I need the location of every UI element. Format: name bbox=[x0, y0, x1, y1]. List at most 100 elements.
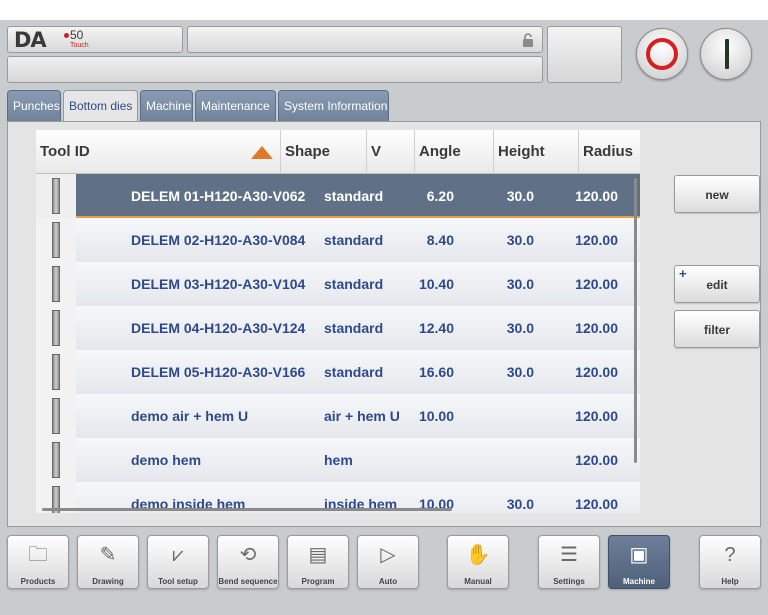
status-bar bbox=[7, 56, 543, 83]
new-button[interactable]: new bbox=[674, 175, 760, 213]
stop-icon bbox=[646, 38, 678, 70]
die-icon bbox=[52, 222, 60, 258]
start-icon bbox=[725, 39, 729, 69]
logo: DA 50 Touch bbox=[7, 26, 183, 53]
row-data: DELEM 01-H120-A30-V062 standard 6.20 30.… bbox=[76, 174, 640, 218]
nav-label: Help bbox=[721, 577, 739, 586]
vertical-scrollbar[interactable] bbox=[634, 178, 637, 463]
column-header-radius[interactable]: Radius bbox=[579, 130, 640, 174]
drawing-icon: ✎ bbox=[99, 544, 117, 566]
edit-label: edit bbox=[706, 278, 728, 292]
horizontal-scrollbar[interactable] bbox=[42, 508, 452, 511]
nav-machine[interactable]: ▣ Machine bbox=[608, 535, 670, 589]
cell-tool-id: DELEM 02-H120-A30-V084 bbox=[131, 232, 306, 248]
nav-tool-setup[interactable]: ⩗ Tool setup bbox=[147, 535, 209, 589]
nav-program[interactable]: ▤ Program bbox=[287, 535, 349, 589]
cell-tool-id: DELEM 04-H120-A30-V124 bbox=[131, 320, 306, 336]
start-button[interactable] bbox=[700, 28, 752, 80]
logo-dot bbox=[64, 33, 69, 38]
column-header-v[interactable]: V bbox=[367, 130, 415, 174]
tool-thumbnail bbox=[36, 306, 76, 350]
nav-help[interactable]: ? Help bbox=[699, 535, 761, 589]
cell-height: 120.00 bbox=[575, 188, 618, 204]
nav-label: Products bbox=[20, 577, 56, 586]
cell-shape: air + hem U bbox=[324, 408, 400, 424]
cell-height: 120.00 bbox=[575, 232, 618, 248]
table-row[interactable]: DELEM 02-H120-A30-V084 standard 8.40 30.… bbox=[36, 218, 640, 262]
table-row[interactable]: DELEM 01-H120-A30-V062 standard 6.20 30.… bbox=[36, 174, 640, 218]
table-row[interactable]: demo air + hem U air + hem U 10.00 120.0… bbox=[36, 394, 640, 438]
folder-icon: 🗀 bbox=[28, 544, 48, 566]
cell-v: 8.40 bbox=[426, 232, 454, 248]
machine-icon: ▣ bbox=[629, 544, 649, 566]
lock-icon[interactable] bbox=[522, 33, 534, 47]
row-data: DELEM 04-H120-A30-V124 standard 12.40 30… bbox=[76, 306, 640, 350]
cell-angle bbox=[496, 394, 534, 438]
nav-label: Auto bbox=[378, 577, 398, 586]
cell-tool-id: DELEM 03-H120-A30-V104 bbox=[131, 276, 306, 292]
play-icon: ▷ bbox=[380, 544, 396, 566]
row-data: DELEM 02-H120-A30-V084 standard 8.40 30.… bbox=[76, 218, 640, 262]
logo-variant: Touch bbox=[70, 42, 89, 49]
plus-icon: + bbox=[679, 266, 687, 281]
nav-auto[interactable]: ▷ Auto bbox=[357, 535, 419, 589]
row-data: DELEM 05-H120-A30-V166 standard 16.60 30… bbox=[76, 350, 640, 394]
tab-punches[interactable]: Punches bbox=[7, 90, 61, 122]
cell-angle: 30.0 bbox=[506, 320, 534, 336]
cell-tool-id: demo hem bbox=[131, 452, 202, 468]
die-icon bbox=[52, 310, 60, 346]
title-field bbox=[187, 26, 543, 53]
cell-v: 12.40 bbox=[418, 320, 454, 336]
tab-machine[interactable]: Machine bbox=[140, 90, 193, 122]
cell-height: 120.00 bbox=[575, 408, 618, 424]
tool-setup-icon: ⩗ bbox=[172, 544, 184, 566]
column-header-angle[interactable]: Angle bbox=[415, 130, 494, 174]
cell-shape: standard bbox=[324, 232, 384, 248]
nav-bend-sequence[interactable]: ⟲ Bend sequence bbox=[217, 535, 279, 589]
column-header-shape[interactable]: Shape bbox=[281, 130, 367, 174]
cell-height: 120.00 bbox=[575, 452, 618, 468]
cell-shape: standard bbox=[324, 364, 384, 380]
nav-settings[interactable]: ☰ Settings bbox=[538, 535, 600, 589]
nav-label: Settings bbox=[553, 577, 585, 586]
tool-thumbnail bbox=[36, 438, 76, 482]
table-row[interactable]: DELEM 03-H120-A30-V104 standard 10.40 30… bbox=[36, 262, 640, 306]
cell-tool-id: DELEM 05-H120-A30-V166 bbox=[131, 364, 306, 380]
table-header: Tool ID Shape V Angle Height Radius bbox=[36, 130, 640, 174]
column-header-height[interactable]: Height bbox=[494, 130, 579, 174]
tab-maintenance[interactable]: Maintenance bbox=[195, 90, 276, 122]
tool-thumbnail bbox=[36, 350, 76, 394]
cell-shape: standard bbox=[324, 188, 384, 204]
nav-manual[interactable]: ✋ Manual bbox=[447, 535, 509, 589]
cell-angle: 30.0 bbox=[506, 232, 534, 248]
nav-products[interactable]: 🗀 Products bbox=[7, 535, 69, 589]
cell-shape: standard bbox=[324, 320, 384, 336]
nav-label: Manual bbox=[464, 577, 492, 586]
row-data: demo air + hem U air + hem U 10.00 120.0… bbox=[76, 394, 640, 438]
nav-label: Drawing bbox=[92, 577, 124, 586]
nav-label: Bend sequence bbox=[218, 577, 278, 586]
tab-bottom-dies[interactable]: Bottom dies bbox=[63, 90, 138, 123]
cell-height: 120.00 bbox=[575, 364, 618, 380]
tab-system-information[interactable]: System Information bbox=[278, 90, 389, 122]
nav-drawing[interactable]: ✎ Drawing bbox=[77, 535, 139, 589]
stop-button[interactable] bbox=[636, 28, 688, 80]
tool-thumbnail bbox=[36, 174, 76, 218]
nav-label: Program bbox=[301, 577, 335, 586]
cell-angle: 30.0 bbox=[506, 188, 534, 204]
column-header-tool-id[interactable]: Tool ID bbox=[36, 130, 281, 174]
nav-label: Machine bbox=[622, 577, 655, 586]
cell-v: 6.20 bbox=[426, 188, 454, 204]
table-row[interactable]: DELEM 04-H120-A30-V124 standard 12.40 30… bbox=[36, 306, 640, 350]
cell-angle: 30.0 bbox=[506, 496, 534, 512]
die-icon bbox=[52, 354, 60, 390]
edit-button[interactable]: + edit bbox=[674, 265, 760, 303]
sort-ascending-icon[interactable] bbox=[251, 146, 273, 159]
filter-button[interactable]: filter bbox=[674, 310, 760, 348]
table-row[interactable]: demo hem hem 120.00 bbox=[36, 438, 640, 482]
cell-height: 120.00 bbox=[575, 496, 618, 512]
table-row[interactable]: DELEM 05-H120-A30-V166 standard 16.60 30… bbox=[36, 350, 640, 394]
cell-tool-id: demo air + hem U bbox=[131, 408, 249, 424]
row-data: DELEM 03-H120-A30-V104 standard 10.40 30… bbox=[76, 262, 640, 306]
die-icon bbox=[52, 442, 60, 478]
